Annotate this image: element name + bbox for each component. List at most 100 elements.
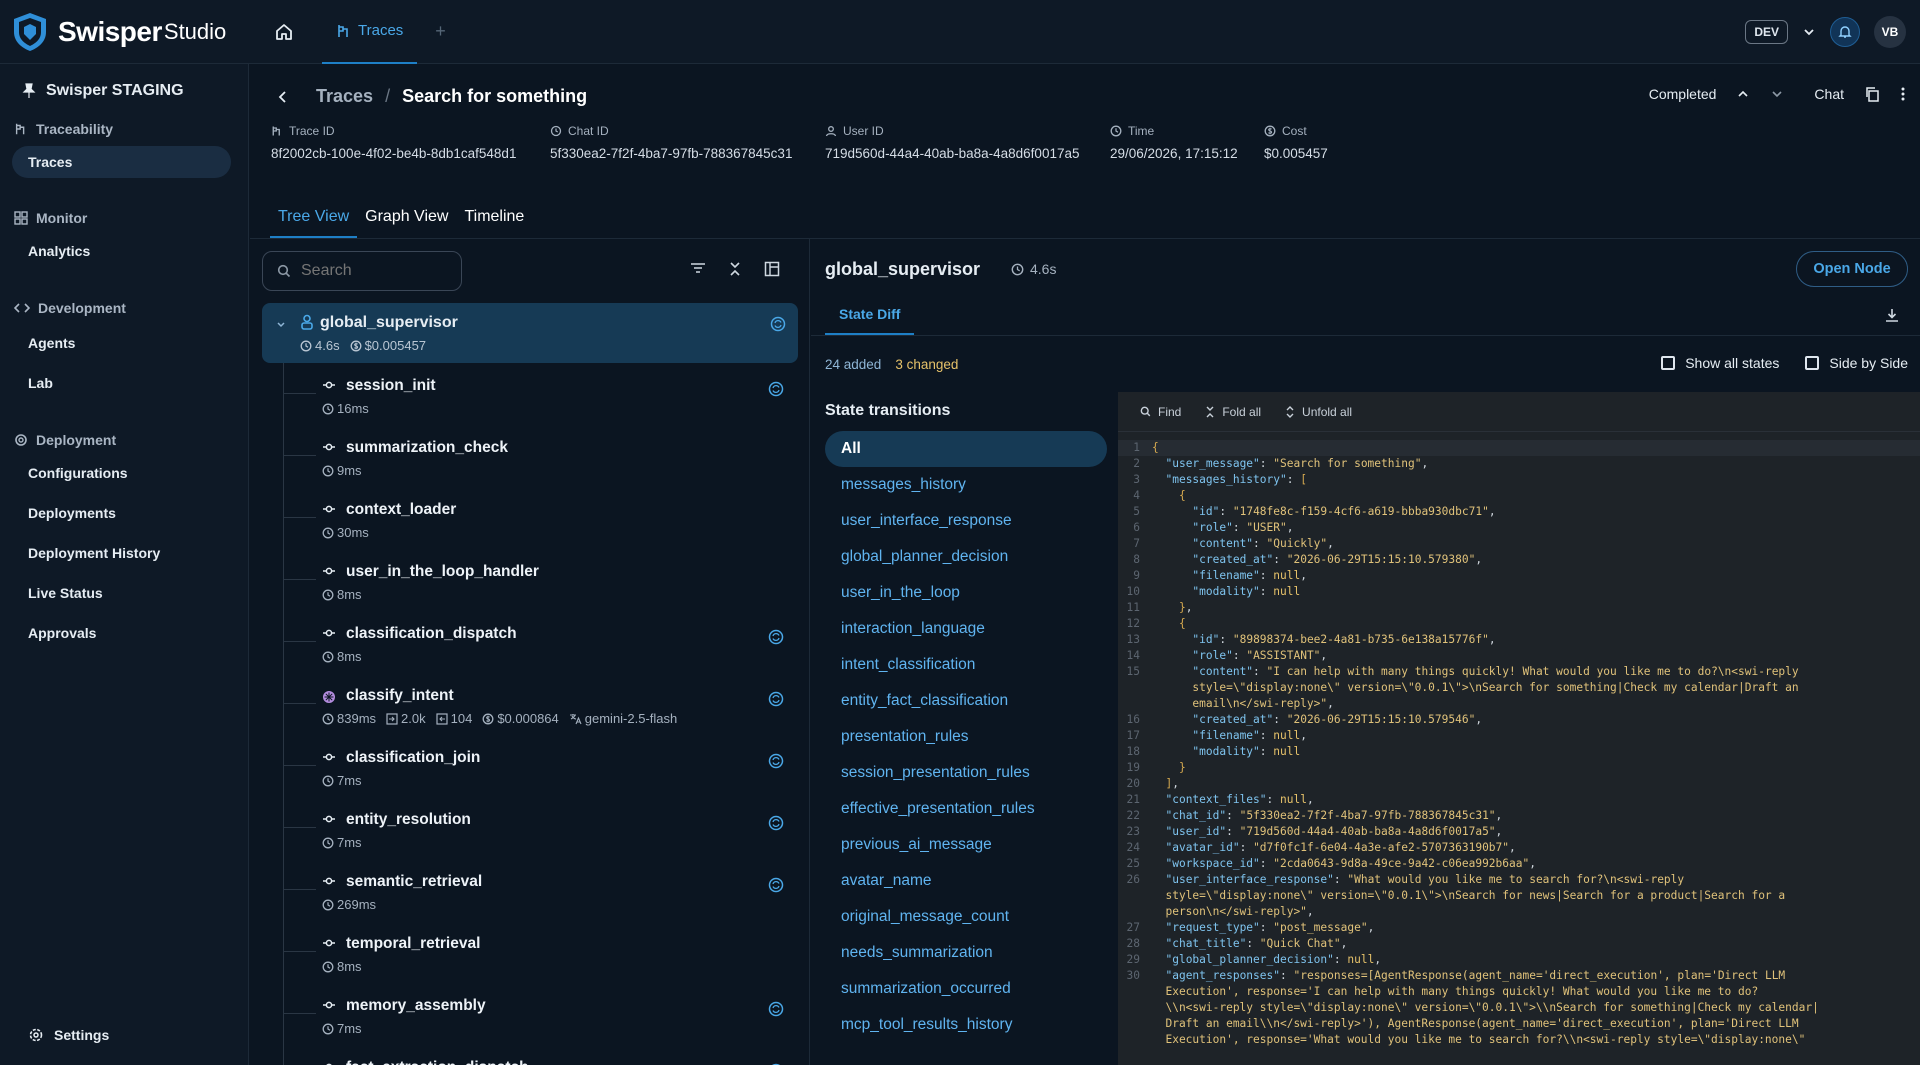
node-type-icon	[322, 814, 336, 824]
back-arrow-icon[interactable]	[276, 90, 290, 104]
add-tab-button[interactable]: +	[435, 21, 446, 42]
sidebar-item-lab[interactable]: Lab	[12, 367, 231, 399]
tab-graph-view[interactable]: Graph View	[357, 196, 456, 238]
filter-icon[interactable]	[690, 261, 706, 275]
transition-item[interactable]: entity_fact_classification	[825, 683, 1107, 719]
tree-node[interactable]: semantic_retrieval 269ms	[284, 863, 798, 925]
env-badge[interactable]: DEV	[1745, 19, 1788, 44]
transition-item[interactable]: avatar_name	[825, 863, 1107, 899]
breadcrumb-traces-link[interactable]: Traces	[316, 86, 373, 107]
home-button[interactable]	[264, 12, 304, 52]
sidebar-item-live-status[interactable]: Live Status	[12, 577, 231, 609]
transition-item[interactable]: user_in_the_loop	[825, 575, 1107, 611]
tab-tree-view[interactable]: Tree View	[270, 196, 358, 238]
tree-node[interactable]: user_in_the_loop_handler 8ms	[284, 553, 798, 615]
transition-item[interactable]: needs_summarization	[825, 935, 1107, 971]
state-change-badge	[768, 381, 784, 397]
find-button[interactable]: Find	[1140, 405, 1181, 419]
fold-all-button[interactable]: Fold all	[1205, 405, 1261, 419]
show-all-states-toggle[interactable]: Show all states	[1661, 355, 1779, 371]
section-monitor: Monitor	[0, 210, 87, 226]
chevron-up-icon[interactable]	[1736, 87, 1750, 101]
sidebar-item-configurations[interactable]: Configurations	[12, 457, 231, 489]
added-count: 24 added	[825, 357, 882, 372]
llm-icon	[323, 691, 335, 703]
node-type-icon	[322, 752, 336, 762]
tree-node[interactable]: memory_assembly 7ms	[284, 987, 798, 1049]
changed-count: 3 changed	[895, 357, 959, 372]
transition-item[interactable]: session_presentation_rules	[825, 755, 1107, 791]
tab-state-diff[interactable]: State Diff	[825, 293, 915, 335]
tree-node-name: fact_extraction_dispatch	[346, 1059, 529, 1065]
tree-toolbar	[690, 261, 780, 277]
transition-item[interactable]: mcp_tool_results_history	[825, 1007, 1107, 1043]
chat-id-value[interactable]: 5f330ea2-7f2f-4ba7-97fb-788367845c31	[550, 146, 792, 161]
top-bar: Swisper Studio Traces + DEV VB	[0, 0, 1920, 64]
tree-root-node[interactable]: global_supervisor 4.6s $0.005457	[262, 303, 798, 363]
sidebar-item-traces[interactable]: Traces	[12, 146, 231, 178]
tab-traces[interactable]: Traces	[322, 0, 418, 64]
node-type-icon	[322, 1000, 336, 1010]
show-all-states-checkbox[interactable]	[1661, 356, 1676, 370]
tab-timeline[interactable]: Timeline	[456, 196, 532, 238]
user-avatar[interactable]: VB	[1874, 15, 1906, 48]
transition-all[interactable]: All	[825, 431, 1107, 467]
workspace-switcher[interactable]: Swisper STAGING	[0, 64, 248, 100]
root-node-name: global_supervisor	[320, 314, 458, 331]
open-node-button[interactable]: Open Node	[1796, 251, 1908, 287]
sidebar-item-agents[interactable]: Agents	[12, 327, 231, 359]
tree-branch-line	[284, 889, 316, 890]
more-vertical-icon[interactable]	[1900, 86, 1906, 102]
output-tokens-icon	[436, 712, 448, 725]
transition-item[interactable]: messages_history	[825, 467, 1107, 503]
transition-item[interactable]: intent_classification	[825, 647, 1107, 683]
tree-node[interactable]: fact_extraction_dispatch	[284, 1049, 798, 1065]
tree-node-stats: 30ms	[322, 525, 369, 540]
page-title: Search for something	[402, 86, 588, 106]
transition-item[interactable]: global_planner_decision	[825, 539, 1107, 575]
sidebar-item-deployment-history[interactable]: Deployment History	[12, 537, 231, 569]
transition-item[interactable]: original_message_count	[825, 899, 1107, 935]
panel-layout-icon[interactable]	[764, 261, 780, 277]
app-logo[interactable]: Swisper Studio	[12, 12, 252, 52]
chevron-down-icon[interactable]	[1770, 87, 1784, 101]
trace-id-value[interactable]: 8f2002cb-100e-4f02-be4b-8db1caf548d1	[271, 146, 516, 161]
chevron-down-icon[interactable]	[1802, 25, 1816, 39]
chevron-down-icon[interactable]	[276, 320, 286, 330]
transition-item[interactable]: previous_ai_message	[825, 827, 1107, 863]
transition-item[interactable]: summarization_occurred	[825, 971, 1107, 1007]
download-icon[interactable]	[1884, 307, 1900, 323]
settings-button[interactable]: Settings	[28, 1027, 109, 1043]
json-lines[interactable]: 1{ 2 "user_message": "Search for somethi…	[1118, 440, 1920, 1048]
tree-node[interactable]: classification_dispatch 8ms	[284, 615, 798, 677]
transition-item[interactable]: presentation_rules	[825, 719, 1107, 755]
traceability-icon	[15, 123, 25, 135]
tree-search-box[interactable]	[262, 251, 462, 291]
tree-search-input[interactable]	[301, 262, 451, 280]
transition-item[interactable]: user_interface_response	[825, 503, 1107, 539]
collapse-all-icon[interactable]	[728, 261, 742, 277]
notifications-button[interactable]	[1830, 16, 1860, 47]
sidebar-item-analytics[interactable]: Analytics	[12, 235, 231, 267]
clock-icon	[322, 713, 334, 724]
side-by-side-checkbox[interactable]	[1805, 356, 1820, 370]
unfold-all-button[interactable]: Unfold all	[1285, 405, 1352, 419]
tree-node[interactable]: classification_join 7ms	[284, 739, 798, 801]
tree-node[interactable]: summarization_check 9ms	[284, 429, 798, 491]
sidebar-item-approvals[interactable]: Approvals	[12, 617, 231, 649]
section-development: Development	[0, 300, 126, 316]
tree-node[interactable]: session_init 16ms	[284, 367, 798, 429]
tree-node[interactable]: context_loader 30ms	[284, 491, 798, 553]
section-traceability: Traceability	[0, 121, 113, 137]
tree-node[interactable]: classify_intent 839ms 2.0k 104 $0.000864 gemi…	[284, 677, 798, 739]
tree-node[interactable]: temporal_retrieval 8ms	[284, 925, 798, 987]
node-icon	[323, 877, 335, 885]
transition-item[interactable]: interaction_language	[825, 611, 1107, 647]
copy-icon[interactable]	[1864, 86, 1880, 102]
user-id-value[interactable]: 719d560d-44a4-40ab-ba8a-4a8d6f0017a5	[825, 146, 1079, 161]
sidebar-item-deployments[interactable]: Deployments	[12, 497, 231, 529]
transition-item[interactable]: effective_presentation_rules	[825, 791, 1107, 827]
side-by-side-toggle[interactable]: Side by Side	[1805, 355, 1908, 371]
chat-button[interactable]: Chat	[1814, 86, 1844, 102]
tree-node[interactable]: entity_resolution 7ms	[284, 801, 798, 863]
